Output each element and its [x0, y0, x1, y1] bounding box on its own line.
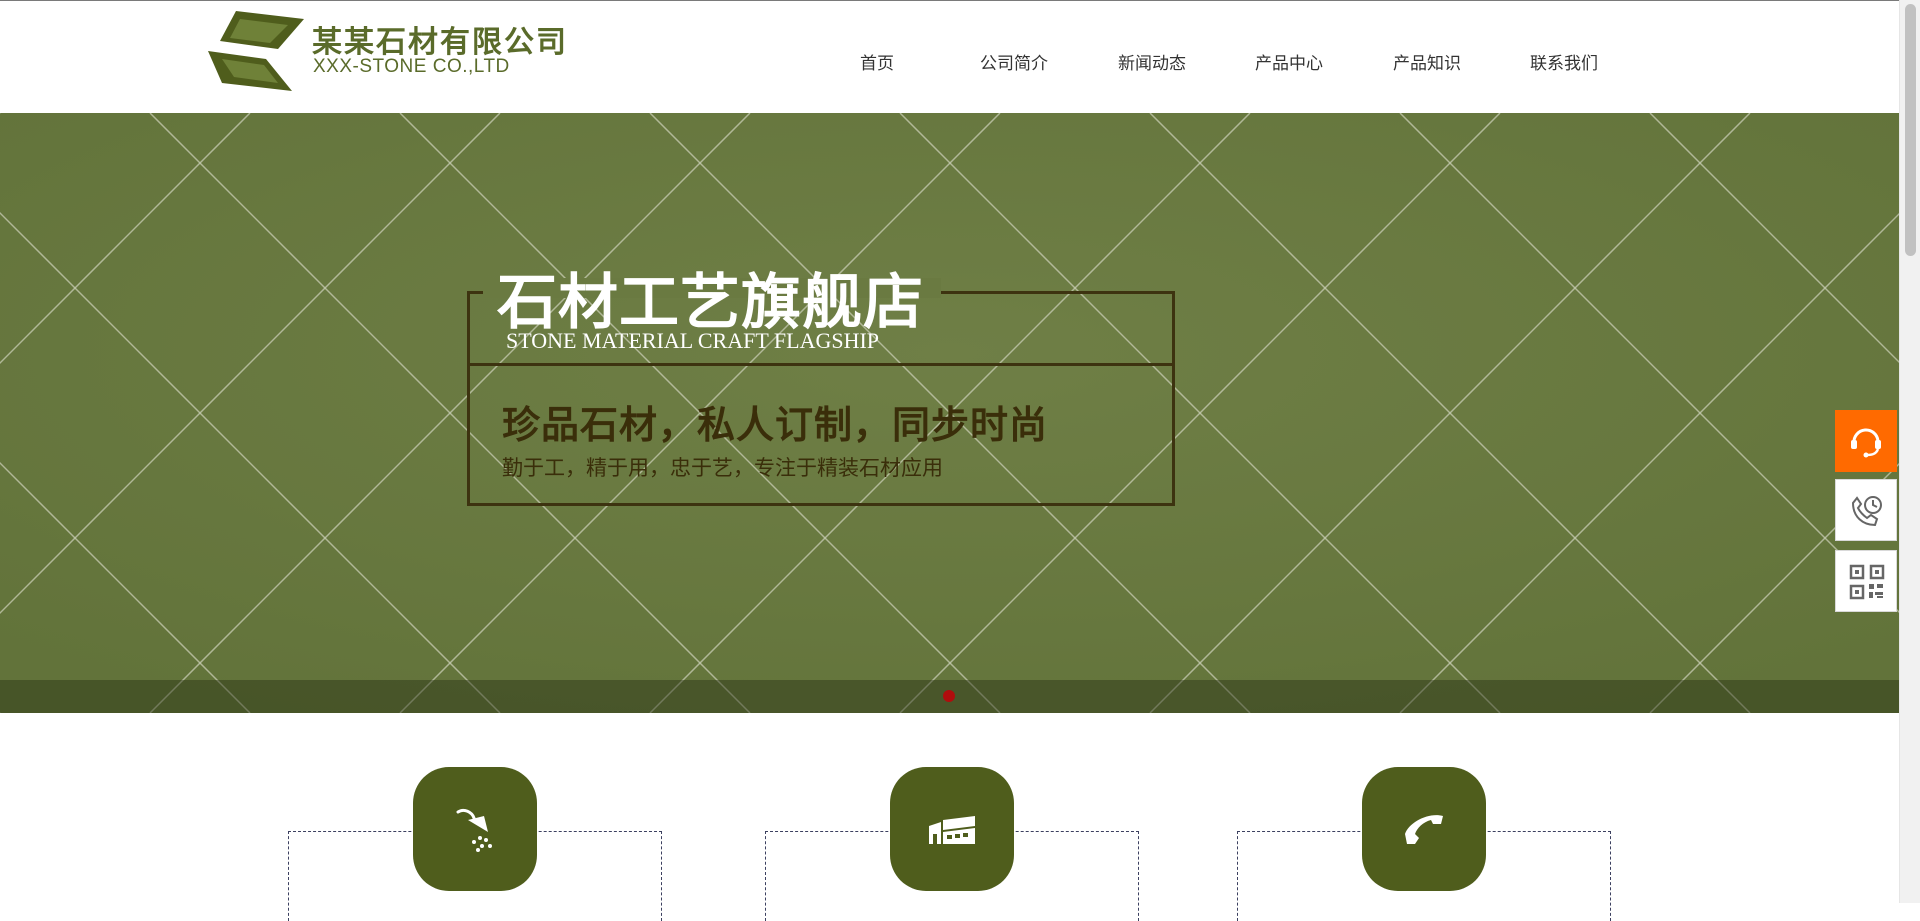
page-scrollbar[interactable]	[1899, 0, 1920, 903]
phone-consult-button[interactable]	[1835, 479, 1897, 541]
online-service-button[interactable]	[1835, 410, 1897, 472]
feature-icon-button[interactable]	[1362, 767, 1486, 891]
banner-title-en: STONE MATERIAL CRAFT FLAGSHIP	[506, 328, 880, 353]
slider-dot-active[interactable]	[943, 690, 955, 702]
banner-slogan: 珍品石材，私人订制，同步时尚	[502, 403, 1049, 447]
nav-news[interactable]: 新闻动态	[1092, 49, 1212, 74]
banner-subtitle: 勤于工，精于用，忠于艺，专注于精装石材应用	[502, 456, 943, 480]
hero-banner[interactable]: 石材工艺旗舰店 STONE MATERIAL CRAFT FLAGSHIP 珍品…	[0, 113, 1899, 713]
feature-icon-button[interactable]	[413, 767, 537, 891]
nav-home[interactable]: 首页	[817, 49, 937, 74]
phone-clock-icon	[1851, 496, 1882, 527]
headset-service-icon	[1851, 428, 1881, 458]
qr-code-icon	[1849, 564, 1885, 600]
feature-icon-button[interactable]	[890, 767, 1014, 891]
shower-icon	[456, 808, 492, 852]
nav-products[interactable]: 产品中心	[1229, 49, 1349, 74]
site-header: 某某石材有限公司 XXX-STONE CO.,LTD 首页 公司简介 新闻动态 …	[0, 0, 1899, 113]
nav-contact[interactable]: 联系我们	[1504, 49, 1624, 74]
nav-knowledge[interactable]: 产品知识	[1367, 49, 1487, 74]
qr-code-button[interactable]	[1835, 550, 1897, 612]
main-nav: 首页 公司简介 新闻动态 产品中心 产品知识 联系我们	[0, 49, 1899, 74]
phone-icon	[1405, 815, 1443, 844]
factory-icon	[929, 816, 975, 844]
nav-about[interactable]: 公司简介	[954, 49, 1074, 74]
scrollbar-thumb[interactable]	[1905, 4, 1916, 256]
